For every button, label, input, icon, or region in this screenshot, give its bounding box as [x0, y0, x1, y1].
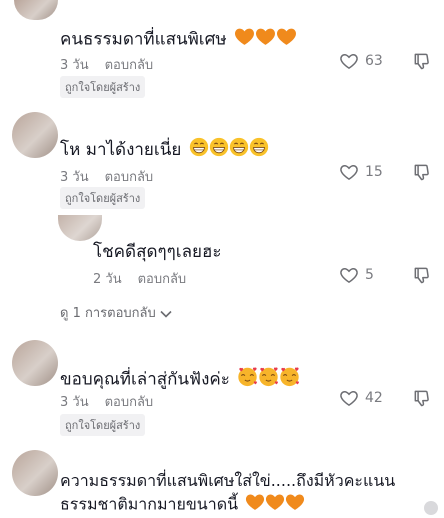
creator-liked-badge: ถูกใจโดยผู้สร้าง: [60, 414, 146, 436]
avatar[interactable]: [58, 215, 102, 241]
dislike-button[interactable]: [412, 162, 432, 186]
comment-meta: 3 วัน ตอบกลับ: [60, 58, 154, 73]
heart-outline-icon: [339, 388, 359, 408]
like-count: 5: [365, 267, 374, 283]
reply-button[interactable]: ตอบกลับ: [105, 170, 154, 185]
comment-text: โชคดีสุดๆๆเลยฮะ: [93, 242, 222, 262]
comment-text: โห มาได้งายเนี่ย: [60, 137, 269, 163]
reply-button[interactable]: ตอบกลับ: [105, 395, 154, 410]
like-count: 15: [365, 164, 383, 180]
avatar[interactable]: [14, 0, 58, 20]
comment-meta: 2 วัน ตอบกลับ: [93, 272, 187, 287]
like-count: 42: [365, 390, 383, 406]
comment-text: คนธรรมดาที่แสนพิเศษ: [60, 26, 297, 53]
scroll-indicator[interactable]: [424, 501, 438, 515]
comment-text: ความธรรมดาที่แสนพิเศษใส่ใข่.....ถึงมีหัว…: [60, 471, 396, 490]
creator-liked-badge: ถูกใจโดยผู้สร้าง: [60, 76, 146, 98]
like-button[interactable]: 5: [339, 265, 374, 285]
comment-meta: 3 วัน ตอบกลับ: [60, 395, 154, 410]
grinning-face-emoji: [189, 137, 269, 163]
like-button[interactable]: 42: [339, 388, 383, 408]
comment-text-line2: ธรรมชาติมากมายขนาดนี้: [60, 492, 305, 518]
thumbs-down-icon: [412, 265, 432, 285]
like-button[interactable]: 15: [339, 162, 383, 182]
avatar[interactable]: [12, 112, 58, 158]
smiling-face-with-hearts-emoji: [237, 366, 300, 393]
dislike-button[interactable]: [412, 51, 432, 75]
like-button[interactable]: 63: [339, 51, 383, 71]
dislike-button[interactable]: [412, 388, 432, 412]
reply-button[interactable]: ตอบกลับ: [105, 58, 154, 73]
thumbs-down-icon: [412, 162, 432, 182]
comment-meta: 3 วัน ตอบกลับ: [60, 170, 154, 185]
heart-outline-icon: [339, 265, 359, 285]
view-replies-link[interactable]: ดู 1 การตอบกลับ: [60, 302, 172, 323]
heart-outline-icon: [339, 51, 359, 71]
creator-liked-badge: ถูกใจโดยผู้สร้าง: [60, 187, 146, 209]
avatar[interactable]: [12, 340, 58, 386]
dislike-button[interactable]: [412, 265, 432, 289]
thumbs-down-icon: [412, 388, 432, 408]
chevron-down-icon: [160, 310, 172, 318]
avatar[interactable]: [12, 450, 58, 496]
orange-heart-emoji: [245, 492, 305, 518]
heart-outline-icon: [339, 162, 359, 182]
comment-text: ขอบคุณที่เล่าสู่กันฟังค่ะ: [60, 366, 300, 393]
like-count: 63: [365, 53, 383, 69]
thumbs-down-icon: [412, 51, 432, 71]
reply-button[interactable]: ตอบกลับ: [138, 272, 187, 287]
orange-heart-emoji: [234, 26, 297, 53]
